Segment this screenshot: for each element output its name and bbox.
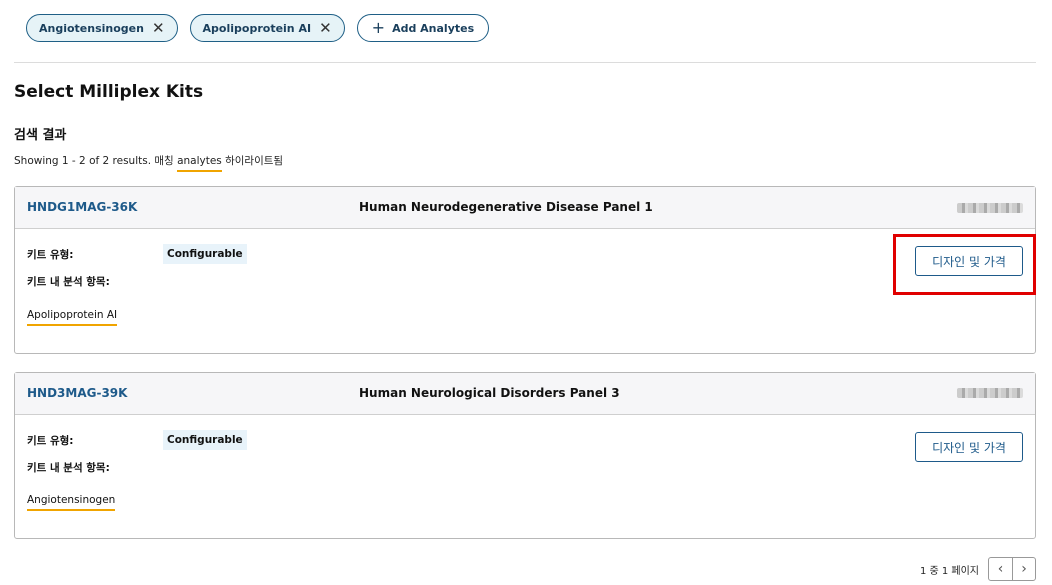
close-icon[interactable]: ✕	[152, 20, 165, 36]
pagination-text: 1 중 1 페이지	[919, 565, 979, 577]
kit-card: HNDG1MAG-36K Human Neurodegenerative Dis…	[14, 186, 1036, 354]
kit-analyte: Apolipoprotein AI	[27, 309, 118, 326]
plus-icon: +	[371, 18, 386, 37]
kit-analyte: Angiotensinogen	[27, 494, 116, 511]
section-divider	[14, 62, 1036, 63]
redacted-price	[957, 388, 1023, 398]
add-analytes-label: Add Analytes	[392, 21, 475, 35]
kit-analytes-label: 키트 내 분석 항목:	[27, 276, 110, 288]
redacted-price	[957, 203, 1023, 213]
kit-code-link[interactable]: HND3MAG-39K	[27, 386, 127, 400]
kit-card: HND3MAG-39K Human Neurological Disorders…	[14, 372, 1036, 539]
analyte-chip-apolipoprotein[interactable]: Apolipoprotein AI ✕	[189, 14, 345, 42]
results-summary: Showing 1 - 2 of 2 results. 매칭 analytes …	[14, 153, 284, 172]
summary-highlight: analytes	[177, 155, 222, 172]
kit-type-badge: Configurable	[163, 430, 247, 450]
kit-name: Human Neurodegenerative Disease Panel 1	[359, 200, 653, 214]
kit-code-link[interactable]: HNDG1MAG-36K	[27, 200, 137, 214]
kit-card-header: HND3MAG-39K Human Neurological Disorders…	[15, 373, 1035, 415]
add-analytes-button[interactable]: + Add Analytes	[356, 14, 490, 42]
page-title: Select Milliplex Kits	[14, 82, 204, 102]
analyte-chip-bar: Angiotensinogen ✕ Apolipoprotein AI ✕ + …	[26, 14, 490, 42]
kit-card-header: HNDG1MAG-36K Human Neurodegenerative Dis…	[15, 187, 1035, 229]
design-and-price-button[interactable]: 디자인 및 가격	[915, 432, 1023, 462]
chevron-left-icon[interactable]: ‹	[989, 558, 1012, 580]
results-heading: 검색 결과	[14, 128, 67, 143]
chevron-right-icon[interactable]: ›	[1012, 558, 1035, 580]
summary-prefix: Showing 1 - 2 of 2 results. 매칭	[14, 155, 178, 167]
kit-type-label: 키트 유형:	[27, 435, 74, 447]
kit-name: Human Neurological Disorders Panel 3	[359, 386, 620, 400]
kit-analytes-label: 키트 내 분석 항목:	[27, 462, 110, 474]
pagination: 1 중 1 페이지 ‹ ›	[920, 557, 1036, 581]
kit-type-label: 키트 유형:	[27, 249, 74, 261]
chip-label: Apolipoprotein AI	[202, 21, 312, 35]
kit-type-badge: Configurable	[163, 244, 247, 264]
pagination-buttons: ‹ ›	[988, 557, 1036, 581]
summary-suffix: 하이라이트됨	[221, 155, 284, 167]
chip-label: Angiotensinogen	[39, 21, 144, 35]
highlight-annotation-box	[893, 234, 1036, 295]
close-icon[interactable]: ✕	[319, 20, 332, 36]
analyte-chip-angiotensinogen[interactable]: Angiotensinogen ✕	[26, 14, 178, 42]
